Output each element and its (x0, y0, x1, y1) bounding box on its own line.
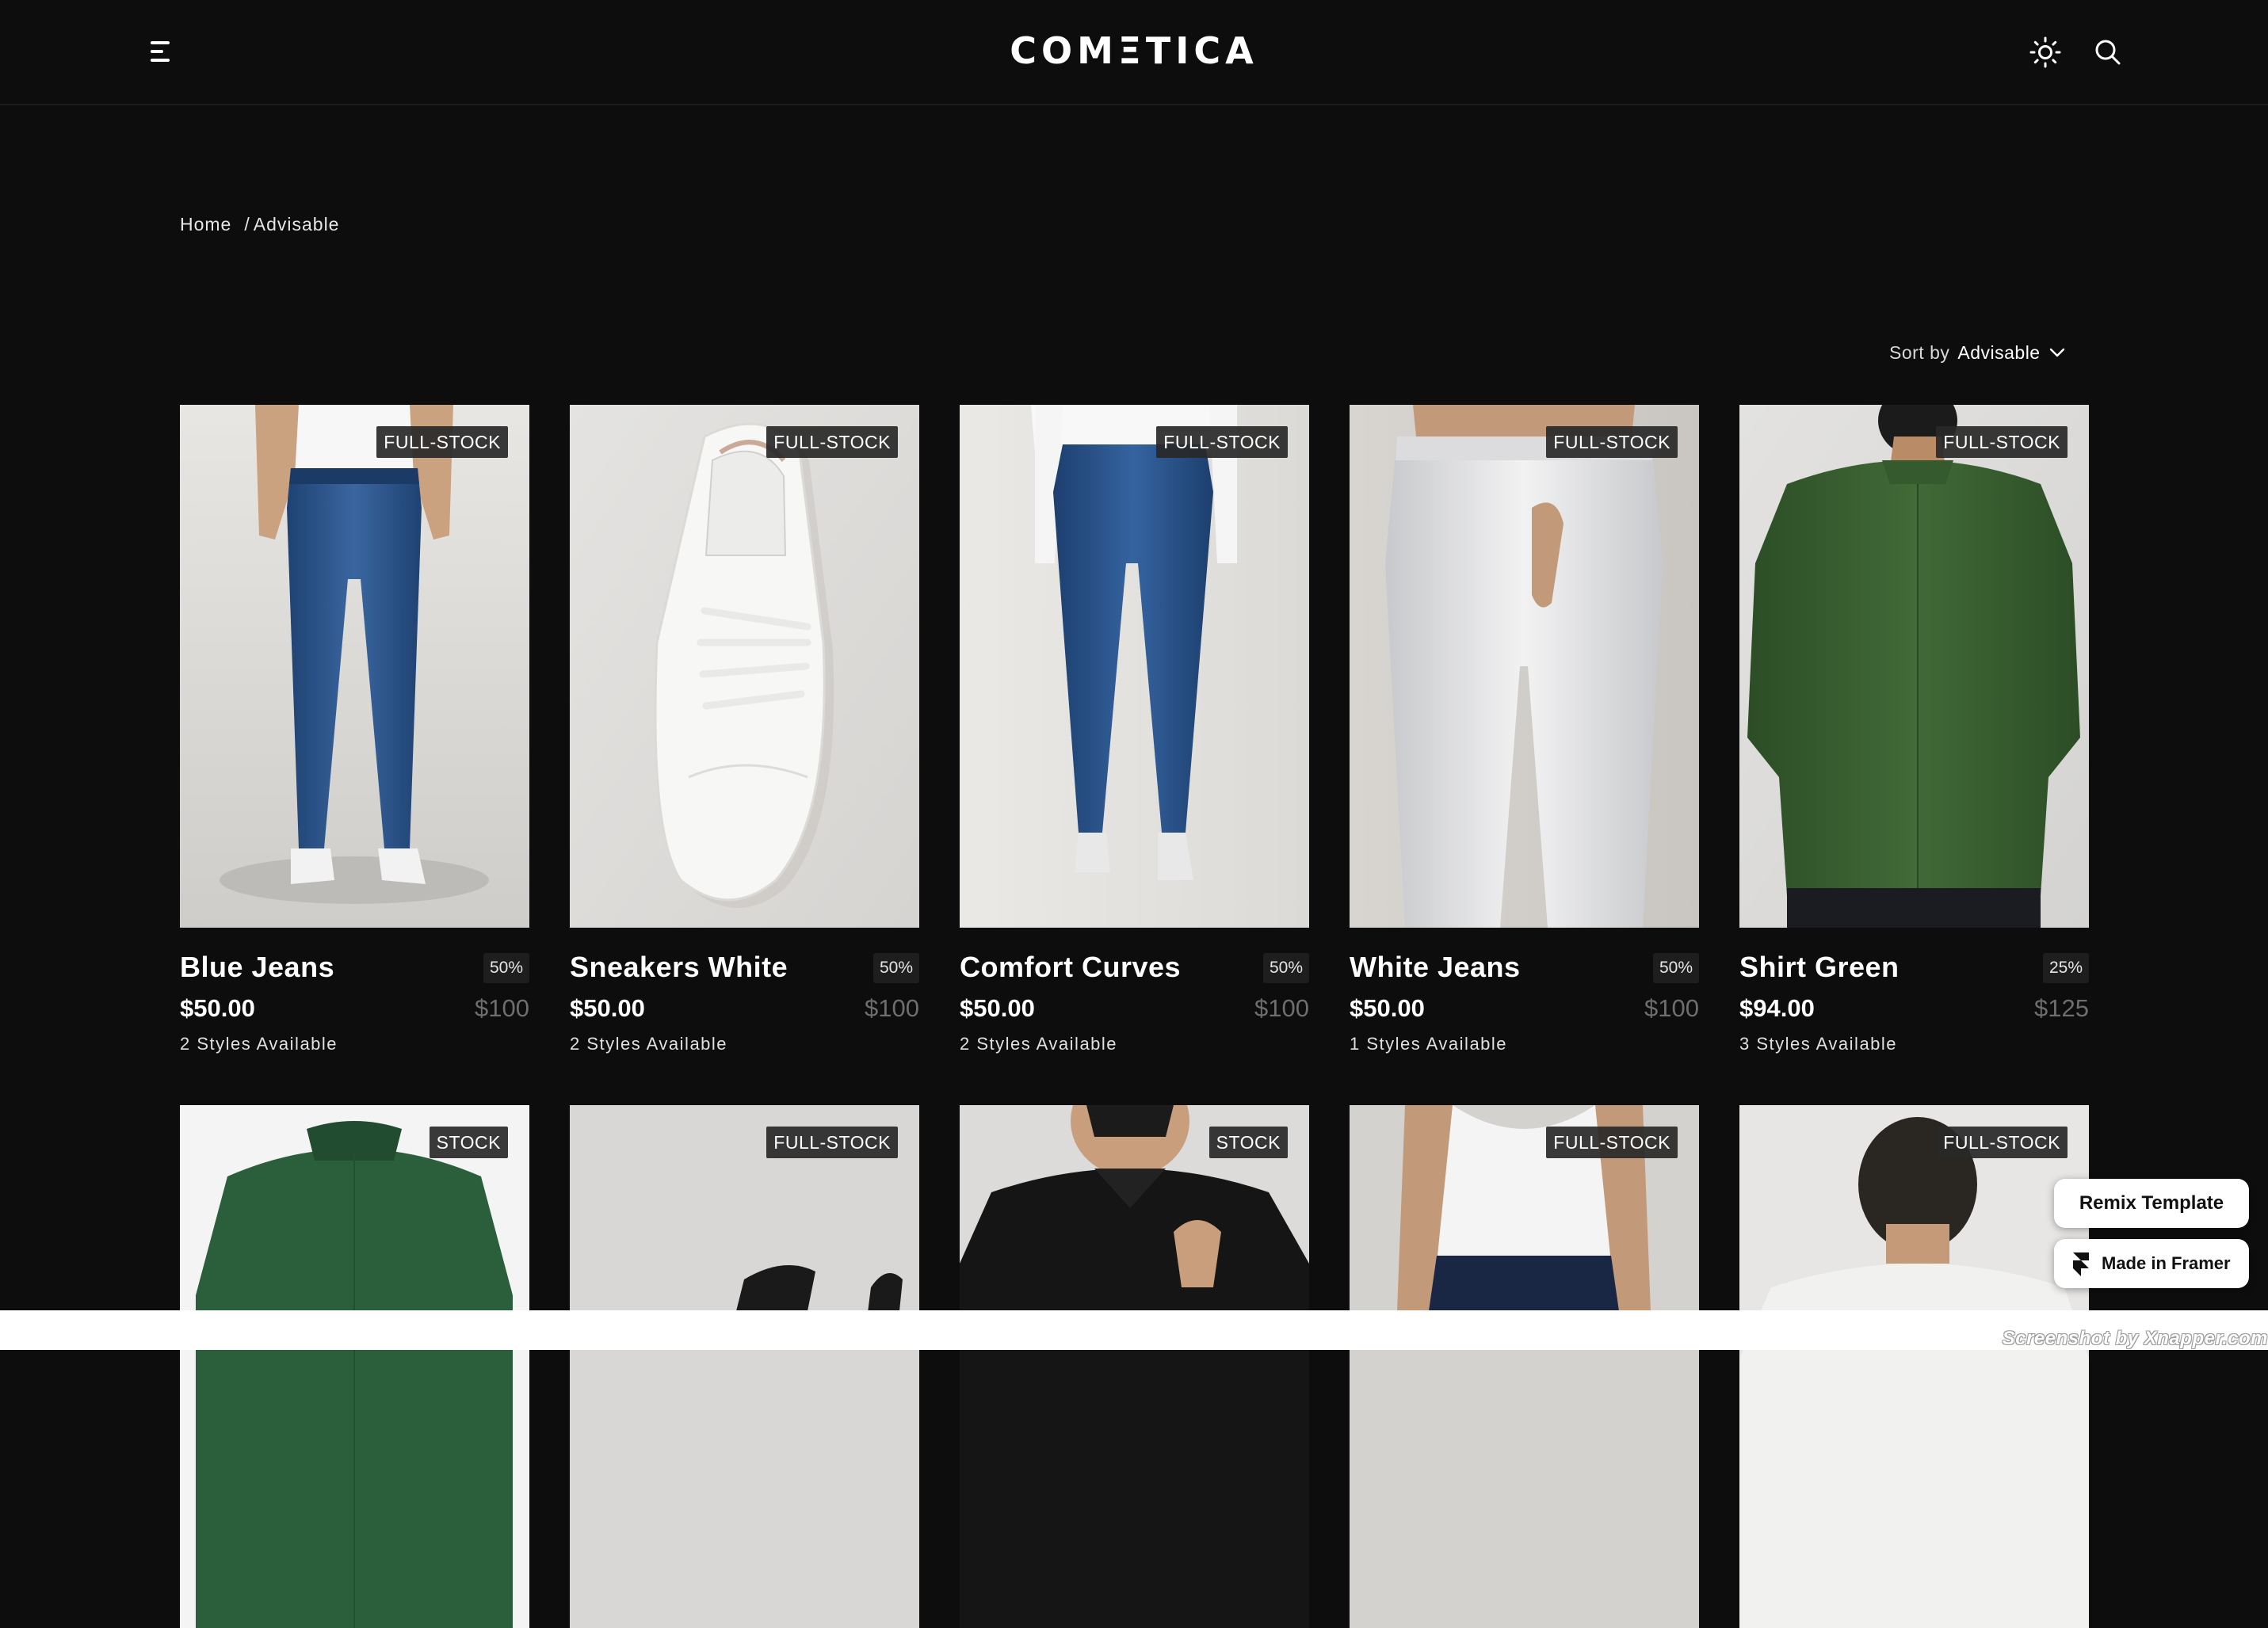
bottom-strip (0, 1310, 2268, 1350)
product-old-price: $100 (475, 994, 529, 1022)
styles-available: 2 Styles Available (180, 1034, 338, 1054)
white-sneaker-image (570, 405, 919, 928)
white-tshirt-image (1350, 1105, 1699, 1628)
chevron-down-icon (2049, 348, 2064, 357)
product-old-price: $100 (865, 994, 919, 1022)
product-price: $50.00 (570, 994, 645, 1022)
product-card[interactable]: FULL-STOCK White Jeans 50% $50.00 $100 1… (1350, 405, 1699, 1073)
product-card[interactable]: STOCK (180, 1105, 529, 1628)
product-info: Comfort Curves 50% $50.00 $100 2 Styles … (960, 928, 1309, 1073)
product-title[interactable]: Blue Jeans (180, 950, 334, 985)
product-info: Shirt Green 25% $94.00 $125 3 Styles Ava… (1739, 928, 2089, 1073)
sort-label: Sort by (1889, 342, 1950, 363)
stock-badge: STOCK (1208, 1127, 1288, 1158)
stock-badge: FULL-STOCK (1936, 426, 2068, 458)
search-button[interactable] (2093, 37, 2123, 67)
product-card[interactable]: FULL-STOCK Shirt Green 25% $94.00 $125 3… (1739, 405, 2089, 1073)
product-old-price: $100 (1644, 994, 1699, 1022)
stock-badge: FULL-STOCK (1546, 426, 1678, 458)
product-card[interactable]: FULL-STOCK Comfort Curves 50% $50.00 $10… (960, 405, 1309, 1073)
breadcrumb-current: Advisable (253, 214, 340, 234)
sort-value: Advisable (1957, 342, 2041, 363)
product-image[interactable]: STOCK (180, 1105, 529, 1628)
product-price: $50.00 (180, 994, 255, 1022)
product-card[interactable]: FULL-STOCK (1739, 1105, 2089, 1628)
stock-badge: FULL-STOCK (1546, 1127, 1678, 1158)
logo-wrapper: COMΞTICA (0, 30, 2268, 71)
product-card[interactable]: STOCK (960, 1105, 1309, 1628)
white-jeans-image (1350, 405, 1699, 928)
product-image[interactable]: FULL-STOCK (1739, 1105, 2089, 1628)
styles-available: 2 Styles Available (960, 1034, 1118, 1054)
product-info: Blue Jeans 50% $50.00 $100 2 Styles Avai… (180, 928, 529, 1073)
product-old-price: $125 (2034, 994, 2089, 1022)
theme-toggle-button[interactable] (2029, 36, 2062, 69)
product-image[interactable]: FULL-STOCK (960, 405, 1309, 928)
stock-badge: FULL-STOCK (376, 426, 508, 458)
black-shirt-image (960, 1105, 1309, 1628)
stock-badge: FULL-STOCK (1156, 426, 1288, 458)
sun-icon (2029, 36, 2061, 68)
white-shirt-back-image (1739, 1105, 2089, 1628)
made-in-framer-button[interactable]: Made in Framer (2054, 1239, 2249, 1288)
product-image[interactable]: FULL-STOCK (1350, 1105, 1699, 1628)
breadcrumb: Home / Advisable (180, 212, 339, 236)
product-image[interactable]: FULL-STOCK (180, 405, 529, 928)
styles-available: 1 Styles Available (1350, 1034, 1508, 1054)
green-jacket-image (180, 1105, 529, 1628)
menu-line (151, 50, 163, 53)
product-image[interactable]: FULL-STOCK (1350, 405, 1699, 928)
menu-button[interactable] (151, 40, 178, 63)
styles-available: 2 Styles Available (570, 1034, 728, 1054)
styles-available: 3 Styles Available (1739, 1034, 1898, 1054)
product-info: White Jeans 50% $50.00 $100 1 Styles Ava… (1350, 928, 1699, 1073)
site-logo[interactable]: COMΞTICA (1010, 29, 1258, 72)
discount-badge: 50% (1652, 953, 1699, 983)
comfort-curves-image (960, 405, 1309, 928)
product-image[interactable]: FULL-STOCK (1739, 405, 2089, 928)
product-title[interactable]: White Jeans (1350, 950, 1521, 985)
product-card[interactable]: FULL-STOCK (570, 1105, 919, 1628)
sort-dropdown[interactable]: Sort by Advisable (1889, 340, 2066, 365)
product-price: $94.00 (1739, 994, 1815, 1022)
product-price: $50.00 (1350, 994, 1425, 1022)
product-old-price: $100 (1254, 994, 1309, 1022)
search-icon (2095, 40, 2121, 65)
blue-jeans-image (180, 405, 529, 928)
menu-line (151, 41, 170, 44)
green-shirt-image (1739, 405, 2089, 928)
product-title[interactable]: Sneakers White (570, 950, 788, 985)
product-image[interactable]: STOCK (960, 1105, 1309, 1628)
screenshot-watermark: Screenshot by Xnapper.com (2002, 1328, 2268, 1349)
black-sneaker-image (570, 1105, 919, 1628)
discount-badge: 50% (483, 953, 529, 983)
stock-badge: STOCK (429, 1127, 508, 1158)
stock-badge: FULL-STOCK (766, 426, 898, 458)
stock-badge: FULL-STOCK (766, 1127, 898, 1158)
product-price: $50.00 (960, 994, 1035, 1022)
made-in-framer-label: Made in Framer (2102, 1253, 2231, 1273)
product-title[interactable]: Comfort Curves (960, 950, 1181, 985)
remix-template-button[interactable]: Remix Template (2054, 1179, 2249, 1228)
framer-logo-icon (2073, 1252, 2089, 1276)
product-card[interactable]: FULL-STOCK Blue Jeans 50% $50.00 $100 2 … (180, 405, 529, 1073)
site-header: COMΞTICA (0, 0, 2268, 105)
product-image[interactable]: FULL-STOCK (570, 1105, 919, 1628)
menu-line (151, 59, 170, 62)
product-image[interactable]: FULL-STOCK (570, 405, 919, 928)
breadcrumb-separator: / (244, 214, 250, 234)
product-grid: FULL-STOCK Blue Jeans 50% $50.00 $100 2 … (180, 405, 2090, 1628)
discount-badge: 25% (2042, 953, 2089, 983)
product-card[interactable]: FULL-STOCK (1350, 1105, 1699, 1628)
product-info: Sneakers White 50% $50.00 $100 2 Styles … (570, 928, 919, 1073)
stock-badge: FULL-STOCK (1936, 1127, 2068, 1158)
product-card[interactable]: FULL-STOCK Sneakers White 50% $50.00 $10… (570, 405, 919, 1073)
discount-badge: 50% (1262, 953, 1309, 983)
breadcrumb-home-link[interactable]: Home (180, 214, 231, 234)
product-title[interactable]: Shirt Green (1739, 950, 1900, 985)
discount-badge: 50% (872, 953, 919, 983)
